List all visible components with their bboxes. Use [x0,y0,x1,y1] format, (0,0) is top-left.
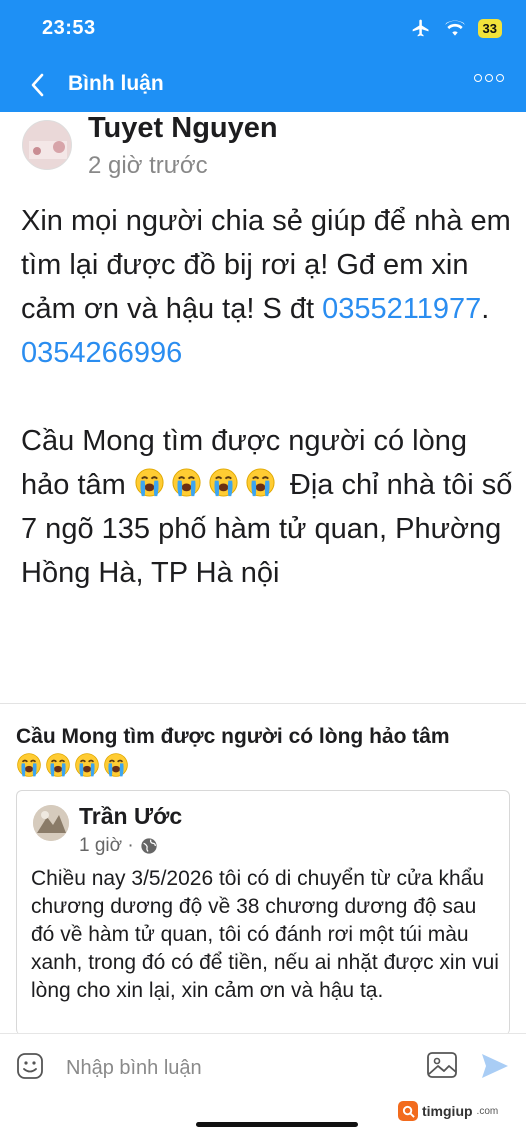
crying-face-icon [171,467,202,498]
author-name[interactable]: Tuyet Nguyen [88,112,278,145]
shared-title-text: Cầu Mong tìm được người có lòng hảo tâm [16,725,450,748]
crying-face-icon [45,752,71,778]
watermark-suffix: .com [476,1105,499,1117]
image-icon[interactable] [426,1050,458,1080]
shared-post-meta: 1 giờ · [79,835,158,857]
post-time: 2 giờ trước [88,152,208,179]
avatar-image [33,805,69,841]
emoji-sticker-icon[interactable] [16,1052,44,1080]
post-body: Xin mọi người chia sẻ giúp để nhà em tìm… [21,199,513,595]
shared-post-card[interactable]: Trần Ước 1 giờ · Chiều nay 3/5/2026 tôi … [16,790,510,1035]
shared-author-name[interactable]: Trần Ước [79,803,182,830]
crying-face-icon [74,752,100,778]
crying-face-icon [103,752,129,778]
phone-link-1[interactable]: 0355211977 [322,293,481,325]
phone-link-2[interactable]: 0354266996 [21,337,182,369]
shared-post-title[interactable]: Cầu Mong tìm được người có lòng hảo tâm [16,722,516,782]
shared-author-avatar[interactable] [33,805,69,841]
top-bar: 23:53 33 Bình luận [0,0,526,112]
avatar-image [23,121,71,169]
status-bar: 23:53 33 [0,0,526,58]
phone-separator: . [481,293,490,325]
airplane-mode-icon [412,19,429,37]
avatar[interactable] [22,120,72,170]
crying-face-icon [16,752,42,778]
comment-input[interactable] [66,1054,396,1082]
shared-post-body: Chiều nay 3/5/2026 tôi có di chuyển từ c… [31,867,499,1002]
send-icon[interactable] [480,1052,510,1080]
post-paragraph-2: Cầu Mong tìm được người có lòng hảo tâm … [21,419,513,595]
crying-face-icon [208,467,239,498]
more-options-icon[interactable] [474,74,504,82]
watermark: timgiup .com [398,1101,498,1121]
nav-bar: Bình luận [0,62,526,108]
post-paragraph-1: Xin mọi người chia sẻ giúp để nhà em tìm… [21,199,513,375]
battery-indicator: 33 [477,18,502,38]
status-icons: 33 [410,18,502,38]
status-time: 23:53 [42,17,96,39]
globe-icon [141,838,157,854]
search-logo-icon [398,1101,418,1121]
divider [0,703,526,704]
watermark-brand: timgiup [422,1103,473,1119]
home-indicator[interactable] [196,1122,358,1127]
page-title: Bình luận [68,72,164,95]
shared-post-time: 1 giờ · [79,835,134,856]
back-chevron-icon[interactable] [26,70,50,100]
crying-face-icon [245,467,276,498]
crying-face-icon [134,467,165,498]
wifi-icon [444,20,465,36]
